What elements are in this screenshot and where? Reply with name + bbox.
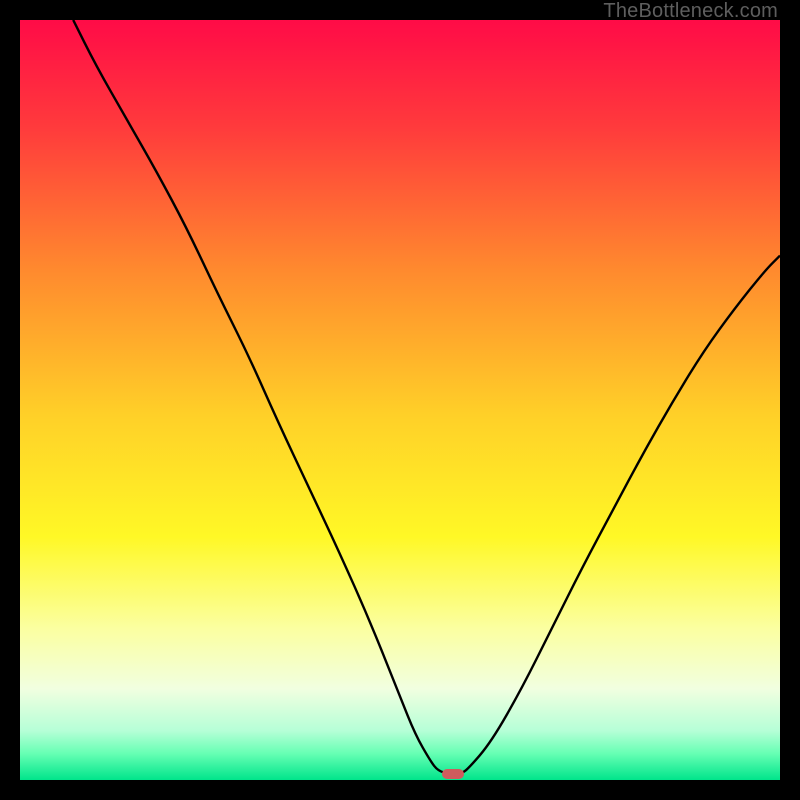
optimal-marker: [442, 769, 464, 779]
plot-area: [20, 20, 780, 780]
chart-frame: TheBottleneck.com: [0, 0, 800, 800]
bottleneck-curve: [73, 20, 780, 774]
curve-layer: [20, 20, 780, 780]
